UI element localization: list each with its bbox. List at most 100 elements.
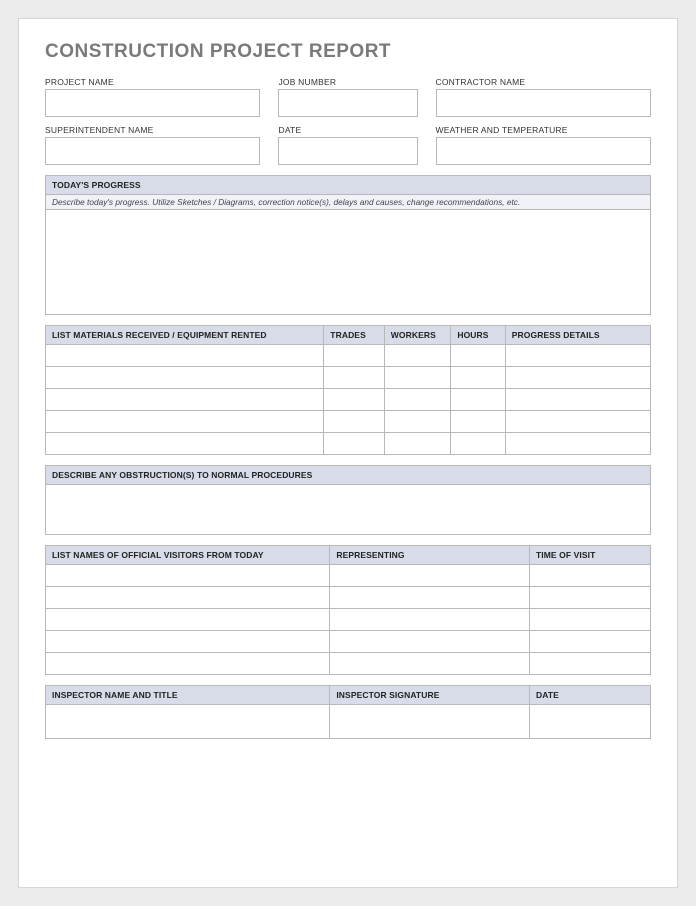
visitors-cell[interactable]	[46, 565, 330, 587]
materials-header-col5: PROGRESS DETAILS	[505, 326, 650, 345]
visitors-section: LIST NAMES OF OFFICIAL VISITORS FROM TOD…	[45, 545, 651, 675]
superintendent-name-field: SUPERINTENDENT NAME	[45, 125, 260, 165]
contractor-name-field: CONTRACTOR NAME	[436, 77, 651, 117]
visitors-cell[interactable]	[46, 609, 330, 631]
table-row	[46, 345, 651, 367]
inspector-date-cell[interactable]	[529, 705, 650, 739]
weather-input[interactable]	[436, 137, 651, 165]
obstructions-section: DESCRIBE ANY OBSTRUCTION(S) TO NORMAL PR…	[45, 465, 651, 535]
materials-cell[interactable]	[46, 345, 324, 367]
progress-value-cell[interactable]	[46, 210, 651, 315]
inspector-signature-cell[interactable]	[330, 705, 530, 739]
report-page: CONSTRUCTION PROJECT REPORT PROJECT NAME…	[18, 18, 678, 888]
superintendent-name-label: SUPERINTENDENT NAME	[45, 125, 260, 135]
materials-header-col2: TRADES	[324, 326, 385, 345]
materials-table: LIST MATERIALS RECEIVED / EQUIPMENT RENT…	[45, 325, 651, 455]
materials-cell[interactable]	[505, 411, 650, 433]
weather-label: WEATHER AND TEMPERATURE	[436, 125, 651, 135]
materials-cell[interactable]	[324, 389, 385, 411]
visitors-header-col2: REPRESENTING	[330, 546, 530, 565]
table-row	[46, 411, 651, 433]
table-row	[46, 705, 651, 739]
materials-cell[interactable]	[384, 345, 451, 367]
table-row	[46, 389, 651, 411]
materials-cell[interactable]	[505, 389, 650, 411]
project-name-input[interactable]	[45, 89, 260, 117]
field-row-1: PROJECT NAME JOB NUMBER CONTRACTOR NAME	[45, 77, 651, 117]
visitors-cell[interactable]	[330, 609, 530, 631]
materials-header-col1: LIST MATERIALS RECEIVED / EQUIPMENT RENT…	[46, 326, 324, 345]
date-input[interactable]	[278, 137, 417, 165]
visitors-cell[interactable]	[330, 653, 530, 675]
job-number-input[interactable]	[278, 89, 417, 117]
contractor-name-input[interactable]	[436, 89, 651, 117]
visitors-header-col1: LIST NAMES OF OFFICIAL VISITORS FROM TOD…	[46, 546, 330, 565]
materials-cell[interactable]	[384, 389, 451, 411]
inspector-name-cell[interactable]	[46, 705, 330, 739]
progress-header: TODAY'S PROGRESS	[46, 176, 651, 195]
visitors-cell[interactable]	[529, 565, 650, 587]
inspector-section: INSPECTOR NAME AND TITLE INSPECTOR SIGNA…	[45, 685, 651, 739]
materials-cell[interactable]	[46, 411, 324, 433]
materials-cell[interactable]	[451, 367, 505, 389]
visitors-cell[interactable]	[529, 587, 650, 609]
table-row	[46, 653, 651, 675]
table-row	[46, 433, 651, 455]
inspector-table: INSPECTOR NAME AND TITLE INSPECTOR SIGNA…	[45, 685, 651, 739]
visitors-cell[interactable]	[529, 653, 650, 675]
progress-table: TODAY'S PROGRESS Describe today's progre…	[45, 175, 651, 315]
materials-cell[interactable]	[505, 433, 650, 455]
visitors-cell[interactable]	[46, 587, 330, 609]
materials-cell[interactable]	[324, 433, 385, 455]
progress-instruction: Describe today's progress. Utilize Sketc…	[46, 195, 651, 210]
materials-cell[interactable]	[324, 367, 385, 389]
materials-cell[interactable]	[46, 367, 324, 389]
project-name-label: PROJECT NAME	[45, 77, 260, 87]
visitors-cell[interactable]	[529, 631, 650, 653]
materials-section: LIST MATERIALS RECEIVED / EQUIPMENT RENT…	[45, 325, 651, 455]
table-row	[46, 367, 651, 389]
materials-cell[interactable]	[384, 433, 451, 455]
materials-header-col3: WORKERS	[384, 326, 451, 345]
superintendent-name-input[interactable]	[45, 137, 260, 165]
field-row-2: SUPERINTENDENT NAME DATE WEATHER AND TEM…	[45, 125, 651, 165]
materials-cell[interactable]	[384, 367, 451, 389]
progress-section: TODAY'S PROGRESS Describe today's progre…	[45, 175, 651, 315]
date-label: DATE	[278, 125, 417, 135]
visitors-cell[interactable]	[46, 653, 330, 675]
table-row	[46, 565, 651, 587]
job-number-label: JOB NUMBER	[278, 77, 417, 87]
materials-cell[interactable]	[505, 345, 650, 367]
materials-cell[interactable]	[324, 345, 385, 367]
job-number-field: JOB NUMBER	[278, 77, 417, 117]
contractor-name-label: CONTRACTOR NAME	[436, 77, 651, 87]
table-row	[46, 609, 651, 631]
materials-cell[interactable]	[505, 367, 650, 389]
materials-cell[interactable]	[451, 433, 505, 455]
materials-cell[interactable]	[46, 433, 324, 455]
table-row	[46, 587, 651, 609]
date-field: DATE	[278, 125, 417, 165]
visitors-header-col3: TIME OF VISIT	[529, 546, 650, 565]
inspector-header-col2: INSPECTOR SIGNATURE	[330, 686, 530, 705]
materials-cell[interactable]	[46, 389, 324, 411]
visitors-table: LIST NAMES OF OFFICIAL VISITORS FROM TOD…	[45, 545, 651, 675]
visitors-cell[interactable]	[529, 609, 650, 631]
project-name-field: PROJECT NAME	[45, 77, 260, 117]
materials-cell[interactable]	[384, 411, 451, 433]
materials-cell[interactable]	[451, 389, 505, 411]
obstructions-header: DESCRIBE ANY OBSTRUCTION(S) TO NORMAL PR…	[46, 466, 651, 485]
visitors-cell[interactable]	[330, 587, 530, 609]
materials-cell[interactable]	[451, 411, 505, 433]
visitors-cell[interactable]	[330, 565, 530, 587]
materials-cell[interactable]	[451, 345, 505, 367]
inspector-header-col3: DATE	[529, 686, 650, 705]
materials-cell[interactable]	[324, 411, 385, 433]
page-title: CONSTRUCTION PROJECT REPORT	[45, 41, 651, 63]
visitors-cell[interactable]	[46, 631, 330, 653]
obstructions-table: DESCRIBE ANY OBSTRUCTION(S) TO NORMAL PR…	[45, 465, 651, 535]
obstructions-value-cell[interactable]	[46, 485, 651, 535]
table-row	[46, 631, 651, 653]
visitors-cell[interactable]	[330, 631, 530, 653]
inspector-header-col1: INSPECTOR NAME AND TITLE	[46, 686, 330, 705]
